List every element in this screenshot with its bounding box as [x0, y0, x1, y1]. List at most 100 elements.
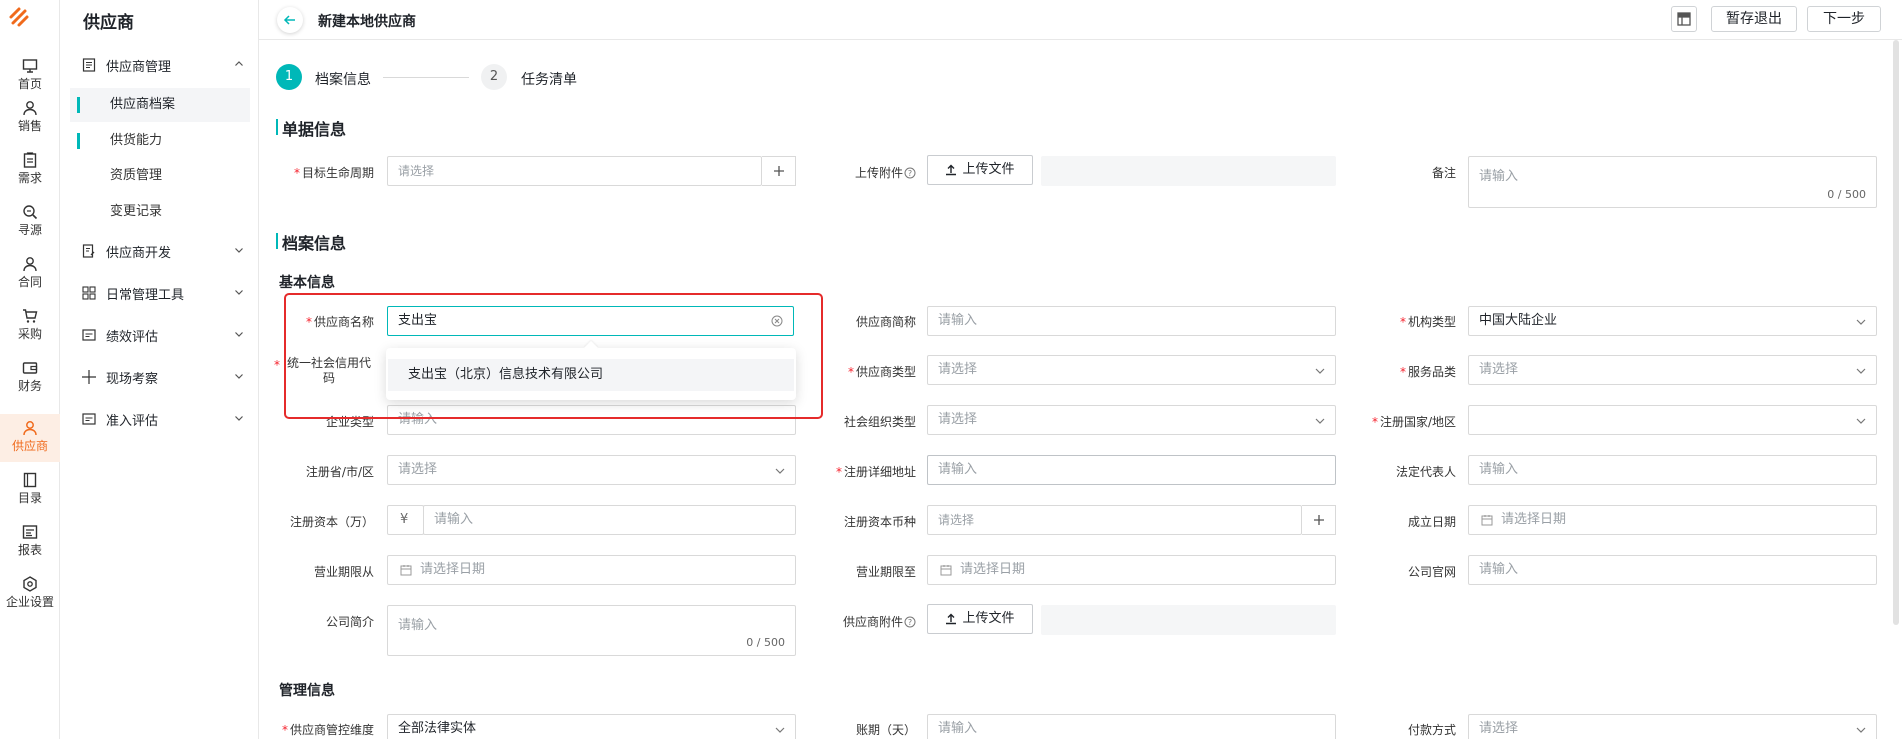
rail-item-supplier[interactable]: 供应商: [0, 414, 60, 462]
sidebar-item-supplier-archive[interactable]: 供应商档案: [70, 88, 250, 122]
lifecycle-select[interactable]: 请选择: [387, 156, 762, 186]
field-label: 付款方式: [1407, 723, 1456, 737]
chevron-down-icon: [775, 727, 785, 733]
found-date-picker[interactable]: 请选择日期: [1468, 505, 1877, 535]
biz-to-date-picker[interactable]: 请选择日期: [927, 555, 1336, 585]
supplier-type-select[interactable]: 请选择: [927, 355, 1336, 385]
sidebar-group-admission[interactable]: 准入评估: [82, 407, 252, 431]
sidebar-item-label: 变更记录: [110, 204, 163, 219]
card-icon: [82, 413, 96, 425]
upload-icon: [946, 164, 957, 176]
layout-toggle-button[interactable]: [1671, 6, 1697, 32]
field-label: * 服务品类: [1399, 365, 1456, 379]
sidebar-group-label: 日常管理工具: [106, 287, 185, 303]
field-label: 公司官网: [1407, 565, 1456, 579]
step-connector: [383, 77, 469, 78]
rail-item-sales[interactable]: 销售: [0, 94, 60, 144]
chevron-down-icon: [235, 332, 243, 337]
chevron-down-icon: [1856, 727, 1866, 733]
account-period-input[interactable]: 请输入: [927, 714, 1336, 739]
legal-rep-input[interactable]: 请输入: [1468, 455, 1877, 485]
chevron-down-icon: [775, 468, 785, 474]
card-icon: [82, 329, 96, 341]
field-label: * 供应商管控维度: [281, 723, 374, 737]
step-label[interactable]: 任务清单: [521, 69, 577, 89]
add-currency-button[interactable]: [1302, 505, 1336, 535]
sidebar-group-performance[interactable]: 绩效评估: [82, 323, 252, 347]
service-category-select[interactable]: 请选择: [1468, 355, 1877, 385]
upload-supplier-attachment-button[interactable]: 上传文件: [927, 604, 1033, 634]
rail-item-finance[interactable]: 财务: [0, 354, 60, 404]
next-step-button[interactable]: 下一步: [1807, 6, 1881, 32]
capital-currency-select[interactable]: 请选择: [927, 505, 1302, 535]
attachment-list: [1041, 156, 1336, 186]
step-label[interactable]: 档案信息: [315, 69, 371, 89]
rail-item-sourcing[interactable]: 寻源: [0, 198, 60, 248]
page-title: 新建本地供应商: [318, 14, 416, 30]
supplier-short-name-input[interactable]: 请输入: [927, 306, 1336, 336]
rail-label: 目录: [17, 491, 42, 505]
reg-country-select[interactable]: [1468, 405, 1877, 435]
add-lifecycle-button[interactable]: [762, 156, 796, 186]
char-counter: 0 / 500: [746, 636, 785, 649]
rail-label: 销售: [17, 119, 42, 133]
chevron-down-icon: [1856, 319, 1866, 325]
field-label: 注册省/市/区: [305, 465, 374, 479]
report-icon: [22, 525, 38, 539]
save-exit-button[interactable]: 暂存退出: [1711, 6, 1797, 32]
currency-prefix: ¥: [387, 505, 424, 535]
sidebar-item-change-log[interactable]: 变更记录: [70, 195, 250, 229]
rail-label: 合同: [17, 275, 42, 289]
social-org-type-select[interactable]: 请选择: [927, 405, 1336, 435]
sidebar-group-supplier-dev[interactable]: 供应商开发: [82, 239, 252, 263]
vertical-scrollbar[interactable]: [1893, 40, 1899, 625]
page-header: 新建本地供应商 暂存退出 下一步: [259, 0, 1902, 40]
help-icon[interactable]: ?: [904, 616, 916, 628]
payment-method-select[interactable]: 请选择: [1468, 714, 1877, 739]
section-title-archive-info: 档案信息: [276, 230, 346, 254]
calendar-icon: [400, 565, 412, 576]
rail-item-purchase[interactable]: 采购: [0, 302, 60, 352]
sidebar-item-label: 资质管理: [110, 168, 163, 183]
step-number: 1: [276, 64, 302, 90]
sidebar-group-label: 准入评估: [106, 413, 159, 429]
upload-attachment-button[interactable]: 上传文件: [927, 155, 1033, 185]
sidebar-group-daily-tools[interactable]: 日常管理工具: [82, 281, 252, 305]
rail-label: 需求: [17, 171, 42, 185]
calendar-icon: [1481, 515, 1493, 526]
company-intro-textarea[interactable]: 请输入 0 / 500: [387, 605, 796, 656]
field-label: * 目标生命周期: [293, 166, 374, 180]
sidebar-item-qualification[interactable]: 资质管理: [70, 159, 250, 193]
org-type-select[interactable]: 中国大陆企业: [1468, 306, 1877, 336]
rail-label: 寻源: [17, 223, 42, 237]
field-label: 成立日期: [1407, 515, 1456, 529]
chevron-down-icon: [1315, 368, 1325, 374]
reg-capital-input[interactable]: 请输入: [423, 505, 796, 535]
supplier-icon: [23, 421, 37, 436]
sidebar-group-onsite[interactable]: 现场考察: [82, 365, 252, 389]
remark-textarea[interactable]: 请输入 0 / 500: [1468, 156, 1877, 208]
sidebar-item-supply-capacity[interactable]: 供货能力: [70, 124, 250, 158]
rail-item-settings[interactable]: 企业设置: [0, 570, 60, 620]
sidebar-group-label: 绩效评估: [106, 329, 159, 345]
app-rail: 首页 销售 需求 寻源 合同 采购 财务 供应商 目录 报表 企业设置: [0, 0, 60, 739]
rail-item-catalog[interactable]: 目录: [0, 466, 60, 516]
chevron-up-icon: [235, 61, 243, 66]
rail-item-report[interactable]: 报表: [0, 518, 60, 568]
rail-item-demand[interactable]: 需求: [0, 146, 60, 196]
plus-icon: [1313, 515, 1324, 525]
control-dimension-select[interactable]: 全部法律实体: [387, 714, 796, 739]
sidebar-group-label: 现场考察: [106, 371, 159, 387]
website-input[interactable]: 请输入: [1468, 555, 1877, 585]
biz-from-date-picker[interactable]: 请选择日期: [387, 555, 796, 585]
help-icon[interactable]: ?: [904, 167, 916, 179]
char-counter: 0 / 500: [1827, 188, 1866, 201]
back-button[interactable]: [277, 7, 303, 33]
reg-province-select[interactable]: 请选择: [387, 455, 796, 485]
app-logo[interactable]: [7, 5, 33, 31]
reg-address-input[interactable]: 请输入: [927, 455, 1336, 485]
calendar-icon: [940, 565, 952, 576]
rail-item-contract[interactable]: 合同: [0, 250, 60, 300]
rail-label: 报表: [17, 543, 42, 557]
sidebar-group-supplier-mgmt[interactable]: 供应商管理: [82, 53, 252, 77]
